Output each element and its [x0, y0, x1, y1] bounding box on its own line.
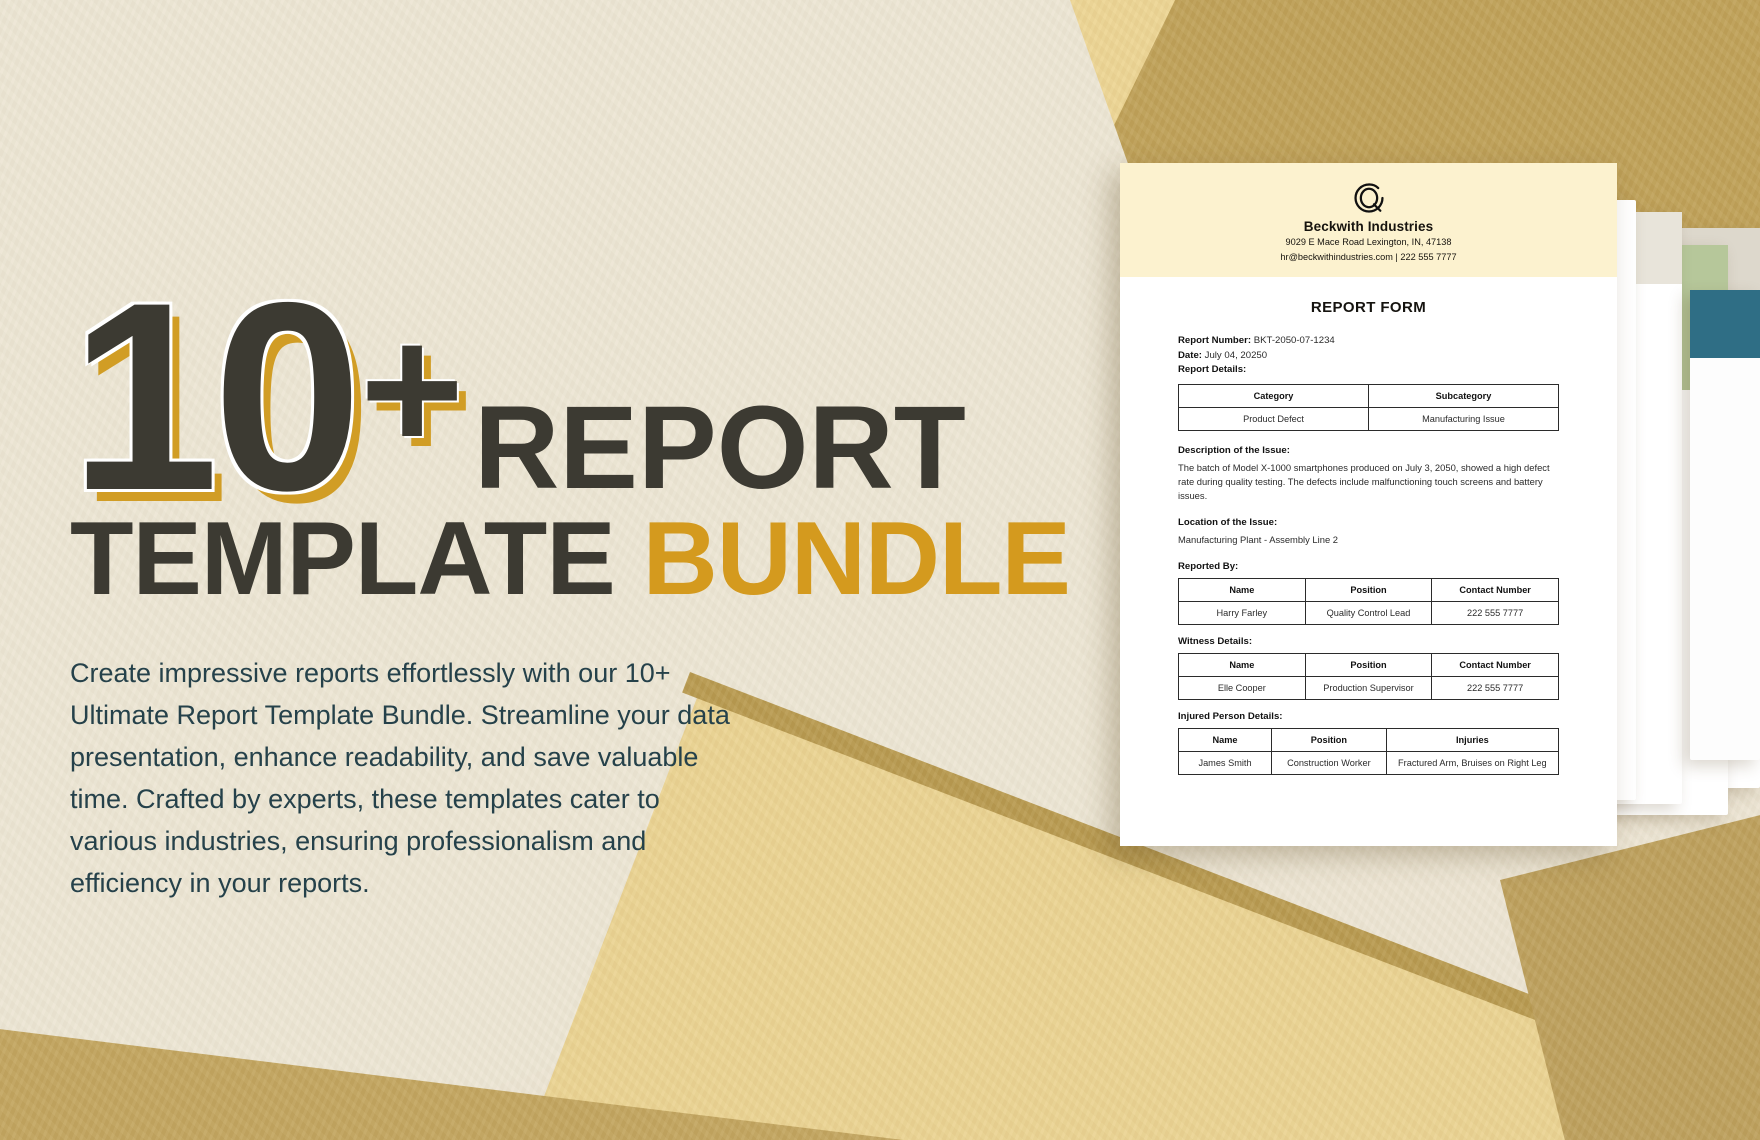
company-name: Beckwith Industries: [1303, 219, 1434, 234]
witness-table: Name Position Contact Number Elle Cooper…: [1178, 652, 1559, 700]
witness-header-2: Contact Number: [1431, 652, 1559, 677]
witness-cell-0-0: Elle Cooper: [1178, 675, 1306, 700]
reported-by-cell-0-0: Harry Farley: [1178, 600, 1306, 625]
table-row: Product Defect Manufacturing Issue: [1178, 406, 1559, 431]
injured-header-2: Injuries: [1385, 727, 1560, 752]
injured-cell-0-0: James Smith: [1177, 750, 1273, 775]
meta-report-number-label: Report Number:: [1178, 335, 1252, 346]
hero-description: Create impressive reports effortlessly w…: [70, 658, 730, 898]
meta-report-number-value: BKT-2050-07-1234: [1251, 335, 1335, 346]
table-header-row: Name Position Injuries: [1177, 727, 1560, 752]
stack-sheet-teal: [1690, 290, 1760, 760]
witness-cell-0-1: Production Supervisor: [1304, 675, 1433, 700]
table-row: James Smith Construction Worker Fracture…: [1177, 750, 1560, 775]
company-contact: hr@beckwithindustries.com | 222 555 7777: [1280, 251, 1457, 262]
meta-report-number-row: Report Number: BKT-2050-07-1234: [1178, 334, 1559, 349]
category-table-cell-0-1: Manufacturing Issue: [1368, 406, 1559, 431]
hero-plus-symbol: +: [360, 289, 465, 488]
poster-canvas: 10 + REPORT TEMPLATE BUNDLE Create impre…: [0, 0, 1760, 1140]
company-address: 9029 E Mace Road Lexington, IN, 47138: [1285, 237, 1452, 247]
witness-label: Witness Details:: [1178, 635, 1253, 647]
category-table-header-1: Subcategory: [1368, 383, 1559, 408]
reported-by-cell-0-1: Quality Control Lead: [1304, 600, 1433, 625]
document-meta: Report Number: BKT-2050-07-1234 Date: Ju…: [1178, 334, 1559, 378]
reported-by-table: Name Position Contact Number Harry Farle…: [1178, 577, 1559, 625]
meta-report-details-label: Report Details:: [1178, 364, 1247, 375]
reported-by-label: Reported By:: [1178, 560, 1239, 572]
meta-report-details-row: Report Details:: [1178, 363, 1559, 378]
table-row: Harry Farley Quality Control Lead 222 55…: [1178, 600, 1559, 625]
description-text: The batch of Model X-1000 smartphones pr…: [1178, 461, 1550, 501]
description-label: Description of the Issue:: [1178, 444, 1290, 456]
hero-word-report: REPORT: [474, 382, 966, 514]
injured-cell-0-2: Fractured Arm, Bruises on Right Leg: [1385, 750, 1560, 775]
stack-sheet-teal-accent: [1690, 290, 1760, 358]
hero-section: 10 + REPORT TEMPLATE BUNDLE Create impre…: [70, 246, 1071, 931]
witness-cell-0-2: 222 555 7777: [1431, 675, 1559, 700]
injured-label: Injured Person Details:: [1178, 710, 1283, 722]
table-header-row: Category Subcategory: [1178, 383, 1559, 408]
witness-header-0: Name: [1178, 652, 1306, 677]
hero-headline-row: 10 + REPORT: [70, 246, 990, 546]
injured-cell-0-1: Construction Worker: [1271, 750, 1387, 775]
table-header-row: Name Position Contact Number: [1178, 577, 1559, 602]
hero-count: 10: [70, 246, 362, 546]
company-logo: [1120, 181, 1617, 215]
document-body: REPORT FORM Report Number: BKT-2050-07-1…: [1120, 277, 1617, 775]
reported-by-header-0: Name: [1178, 577, 1306, 602]
table-header-row: Name Position Contact Number: [1178, 652, 1559, 677]
witness-header-1: Position: [1304, 652, 1433, 677]
reported-by-cell-0-2: 222 555 7777: [1431, 600, 1559, 625]
reported-by-header-2: Contact Number: [1431, 577, 1559, 602]
meta-date-value: July 04, 20250: [1202, 349, 1268, 361]
meta-date-row: Date: July 04, 20250: [1178, 349, 1559, 364]
circular-ring-logo-icon: [1353, 183, 1384, 213]
hero-word-bundle: BUNDLE: [642, 501, 1071, 617]
injured-table: Name Position Injuries James Smith Const…: [1177, 727, 1560, 775]
injured-header-1: Position: [1271, 727, 1387, 752]
category-table-header-0: Category: [1178, 383, 1369, 408]
injured-header-0: Name: [1177, 727, 1273, 752]
category-table: Category Subcategory Product Defect Manu…: [1178, 383, 1559, 431]
category-table-cell-0-0: Product Defect: [1178, 406, 1369, 431]
document-title: REPORT FORM: [1310, 299, 1427, 316]
location-text: Manufacturing Plant - Assembly Line 2: [1178, 533, 1338, 545]
table-row: Elle Cooper Production Supervisor 222 55…: [1178, 675, 1559, 700]
reported-by-header-1: Position: [1304, 577, 1433, 602]
location-label: Location of the Issue:: [1178, 516, 1278, 528]
meta-date-label: Date:: [1178, 349, 1202, 361]
report-document: Beckwith Industries 9029 E Mace Road Lex…: [1120, 163, 1617, 846]
document-header: Beckwith Industries 9029 E Mace Road Lex…: [1120, 163, 1617, 277]
